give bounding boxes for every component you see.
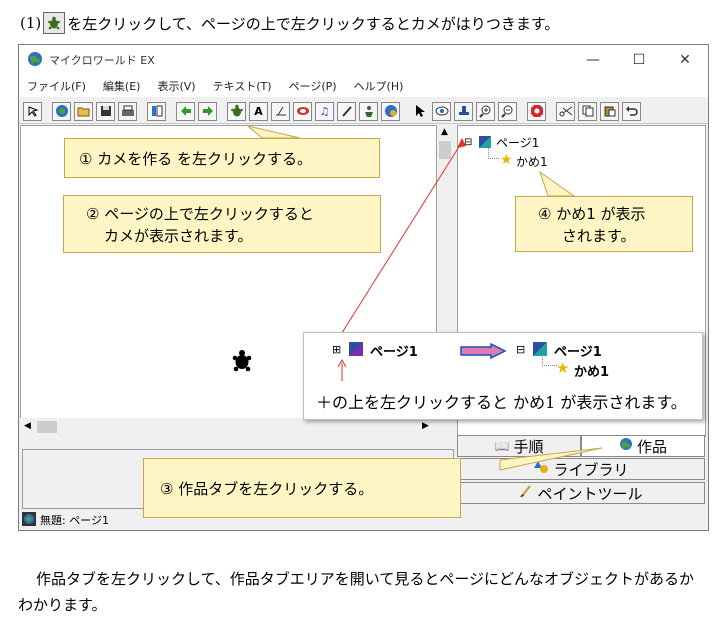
- inset-caption: ＋の上を左クリックすると かめ1 が表示されます。: [316, 393, 687, 412]
- callout-4: ④ かめ1 が表示 されます。: [515, 196, 693, 252]
- inset-node-before: ページ1: [370, 345, 418, 360]
- pointer-arrowhead: [457, 138, 466, 148]
- page-icon: [348, 341, 364, 361]
- callout-3: ③ 作品タブを左クリックする。: [143, 458, 461, 518]
- tree-connector: [542, 355, 557, 366]
- explanation-paragraph: 作品タブを左クリックして、作品タブエリアを開いて見るとページにどんなオブジェクト…: [18, 570, 695, 614]
- inset-illustration: ⊞ ページ1 ⊟ ページ1 ★ かめ1 ＋の上を左クリックすると かめ1 が表示…: [303, 332, 703, 420]
- right-arrow-icon: [460, 343, 507, 359]
- inset-node-child: かめ1: [574, 365, 610, 380]
- red-up-arrow-icon: [337, 359, 347, 381]
- callout-1: ① カメを作る を左クリックする。: [64, 138, 380, 178]
- inset-node-root: ページ1: [554, 345, 602, 360]
- turtle-node-icon: ★: [556, 359, 570, 377]
- callout-pointer-1: [247, 125, 301, 139]
- callout-2: ② ページの上で左クリックすると カメが表示されます。: [63, 195, 381, 253]
- collapse-icon: ⊟: [516, 343, 526, 356]
- callout-pointer-4: [539, 170, 576, 197]
- annotation-arrows: [247, 125, 603, 471]
- expand-icon: ⊞: [332, 343, 342, 356]
- callout-pointer-3: [499, 447, 603, 471]
